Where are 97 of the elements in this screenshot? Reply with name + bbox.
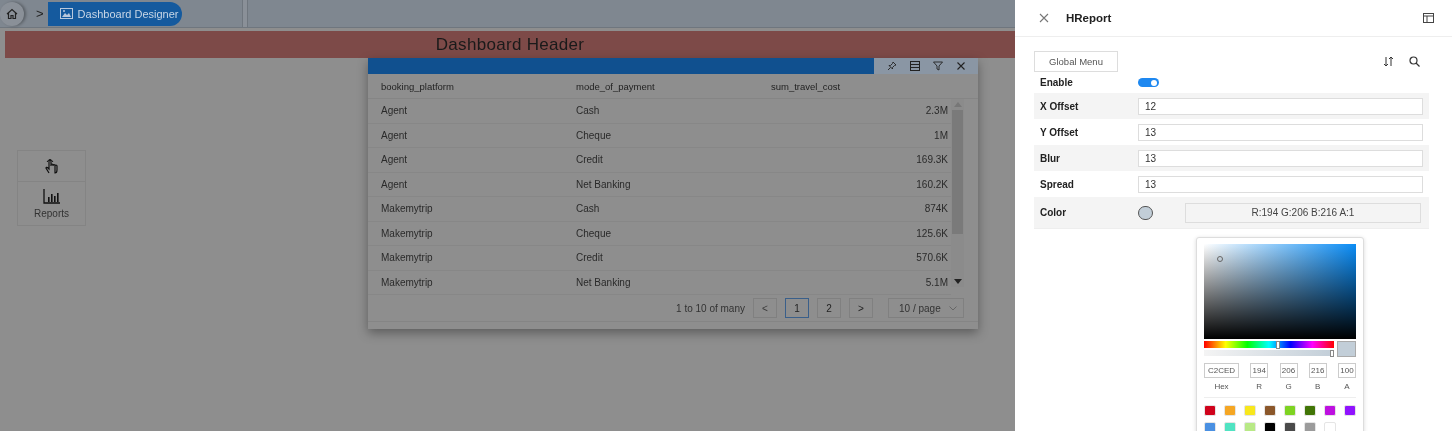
table-cell-text: 874K bbox=[923, 203, 948, 215]
table-cell-text: Cheque bbox=[576, 129, 613, 141]
table-cell-text: Makemytrip bbox=[381, 252, 434, 264]
table-cell-text: Agent bbox=[381, 105, 409, 117]
table-icon[interactable] bbox=[909, 61, 920, 71]
table-cell-text: 570.6K bbox=[915, 252, 948, 264]
table-cell-text: Makemytrip bbox=[381, 276, 434, 288]
table-cell-text: 160.2K bbox=[915, 178, 948, 190]
home-icon bbox=[6, 7, 18, 20]
table-cell-text: Cash bbox=[576, 203, 601, 215]
color-preset[interactable] bbox=[1284, 422, 1296, 431]
input-field[interactable]: 13 bbox=[1138, 175, 1423, 193]
table-cell-text: Agent bbox=[381, 178, 409, 190]
color-preset[interactable] bbox=[1284, 405, 1296, 416]
color-preset[interactable] bbox=[1244, 405, 1256, 416]
color-preset[interactable] bbox=[1304, 422, 1316, 431]
property-label: Spread bbox=[1040, 178, 1075, 190]
input-field[interactable]: 13 bbox=[1138, 149, 1423, 167]
color-preset[interactable] bbox=[1224, 422, 1236, 431]
color-value-field[interactable]: R:194 G:206 B:216 A:1 bbox=[1185, 202, 1421, 223]
breadcrumb-item[interactable]: Dashboard Designer bbox=[47, 1, 183, 26]
color-preset[interactable] bbox=[1204, 422, 1216, 431]
column-header[interactable]: sum_travel_cost bbox=[771, 80, 966, 92]
channel-input[interactable]: 206 bbox=[1279, 363, 1298, 378]
table-cell-text: Agent bbox=[381, 129, 409, 141]
table-cell-text: 169.3K bbox=[915, 154, 948, 166]
color-preset[interactable] bbox=[1264, 405, 1276, 416]
input-field[interactable]: 12 bbox=[1138, 97, 1423, 115]
pointer-hand-icon bbox=[42, 157, 61, 175]
channel-input[interactable]: 100 bbox=[1338, 363, 1356, 378]
pin-icon[interactable] bbox=[886, 61, 897, 71]
channel-input[interactable]: 216 bbox=[1308, 363, 1327, 378]
field-label: Hex bbox=[1214, 382, 1229, 391]
page-button[interactable]: 2 bbox=[817, 298, 841, 318]
pagination-summary: 1 to 10 of many bbox=[676, 302, 745, 314]
field-label: G bbox=[1285, 382, 1292, 391]
property-label: Blur bbox=[1040, 152, 1061, 164]
close-icon[interactable] bbox=[955, 61, 966, 71]
color-preset[interactable] bbox=[1304, 405, 1316, 416]
sidebar-layout-icon[interactable] bbox=[1423, 13, 1434, 23]
color-swatch[interactable] bbox=[1138, 205, 1153, 220]
bar-chart-icon bbox=[42, 188, 61, 204]
previous-page-button[interactable]: < bbox=[753, 298, 777, 318]
color-preview bbox=[1337, 341, 1356, 357]
property-label: Color bbox=[1040, 207, 1068, 218]
color-preset[interactable] bbox=[1224, 405, 1236, 416]
filter-icon[interactable] bbox=[932, 61, 943, 71]
color-preset[interactable] bbox=[1324, 405, 1336, 416]
field-label: R bbox=[1256, 382, 1263, 391]
table-cell-text: Credit bbox=[576, 252, 604, 264]
caret-icon bbox=[949, 305, 957, 311]
color-preset[interactable] bbox=[1264, 422, 1276, 431]
color-preset[interactable] bbox=[1344, 405, 1356, 416]
input-field[interactable]: 13 bbox=[1138, 123, 1423, 141]
property-label: X Offset bbox=[1040, 100, 1080, 112]
global-menu-button[interactable]: Global Menu bbox=[1034, 51, 1118, 72]
panel-title: HReport bbox=[1066, 12, 1112, 24]
close-icon[interactable] bbox=[1039, 13, 1049, 23]
property-label: Y Offset bbox=[1040, 126, 1080, 138]
page-size-dropdown[interactable]: 10 / page bbox=[888, 298, 964, 318]
table-cell-text: 125.6K bbox=[915, 227, 948, 239]
alpha-slider[interactable] bbox=[1204, 350, 1334, 356]
breadcrumb-separator: > bbox=[36, 6, 44, 21]
saturation-area[interactable] bbox=[1204, 244, 1356, 339]
column-header[interactable]: mode_of_payment bbox=[576, 80, 771, 92]
table-cell-text: Cash bbox=[576, 105, 601, 117]
toggle-switch[interactable] bbox=[1138, 78, 1159, 87]
table-cell-text: Net Banking bbox=[576, 276, 632, 288]
table-cell-text: 2.3M bbox=[924, 105, 948, 117]
sort-icon[interactable] bbox=[1383, 56, 1394, 67]
table-cell-text: Net Banking bbox=[576, 178, 632, 190]
table-cell-text: Agent bbox=[381, 154, 409, 166]
table-cell-text: 5.1M bbox=[924, 276, 948, 288]
table-cell-text: Cheque bbox=[576, 227, 613, 239]
image-icon bbox=[59, 8, 73, 19]
home-button[interactable] bbox=[0, 1, 24, 26]
next-page-button[interactable]: > bbox=[849, 298, 873, 318]
hex-input[interactable]: C2CED bbox=[1204, 363, 1239, 378]
color-preset[interactable] bbox=[1204, 405, 1216, 416]
search-icon[interactable] bbox=[1409, 56, 1420, 67]
scroll-down-icon[interactable] bbox=[953, 279, 962, 284]
page-button[interactable]: 1 bbox=[785, 298, 809, 318]
toolbox-item[interactable]: Reports bbox=[18, 181, 85, 225]
column-header[interactable]: booking_platform bbox=[381, 80, 576, 92]
color-preset[interactable] bbox=[1244, 422, 1256, 431]
dashboard-header: Dashboard Header bbox=[5, 31, 1015, 58]
property-label: Enable bbox=[1040, 77, 1074, 88]
table-cell-text: Makemytrip bbox=[381, 203, 434, 215]
table-cell-text: Credit bbox=[576, 154, 604, 166]
scrollbar[interactable] bbox=[951, 99, 964, 287]
table-cell-text: Makemytrip bbox=[381, 227, 434, 239]
channel-input[interactable]: 194 bbox=[1250, 363, 1269, 378]
color-preset[interactable] bbox=[1324, 422, 1336, 431]
field-label: B bbox=[1315, 382, 1321, 391]
field-label: A bbox=[1344, 382, 1350, 391]
hue-slider[interactable] bbox=[1204, 341, 1334, 348]
table-cell-text: 1M bbox=[933, 129, 948, 141]
